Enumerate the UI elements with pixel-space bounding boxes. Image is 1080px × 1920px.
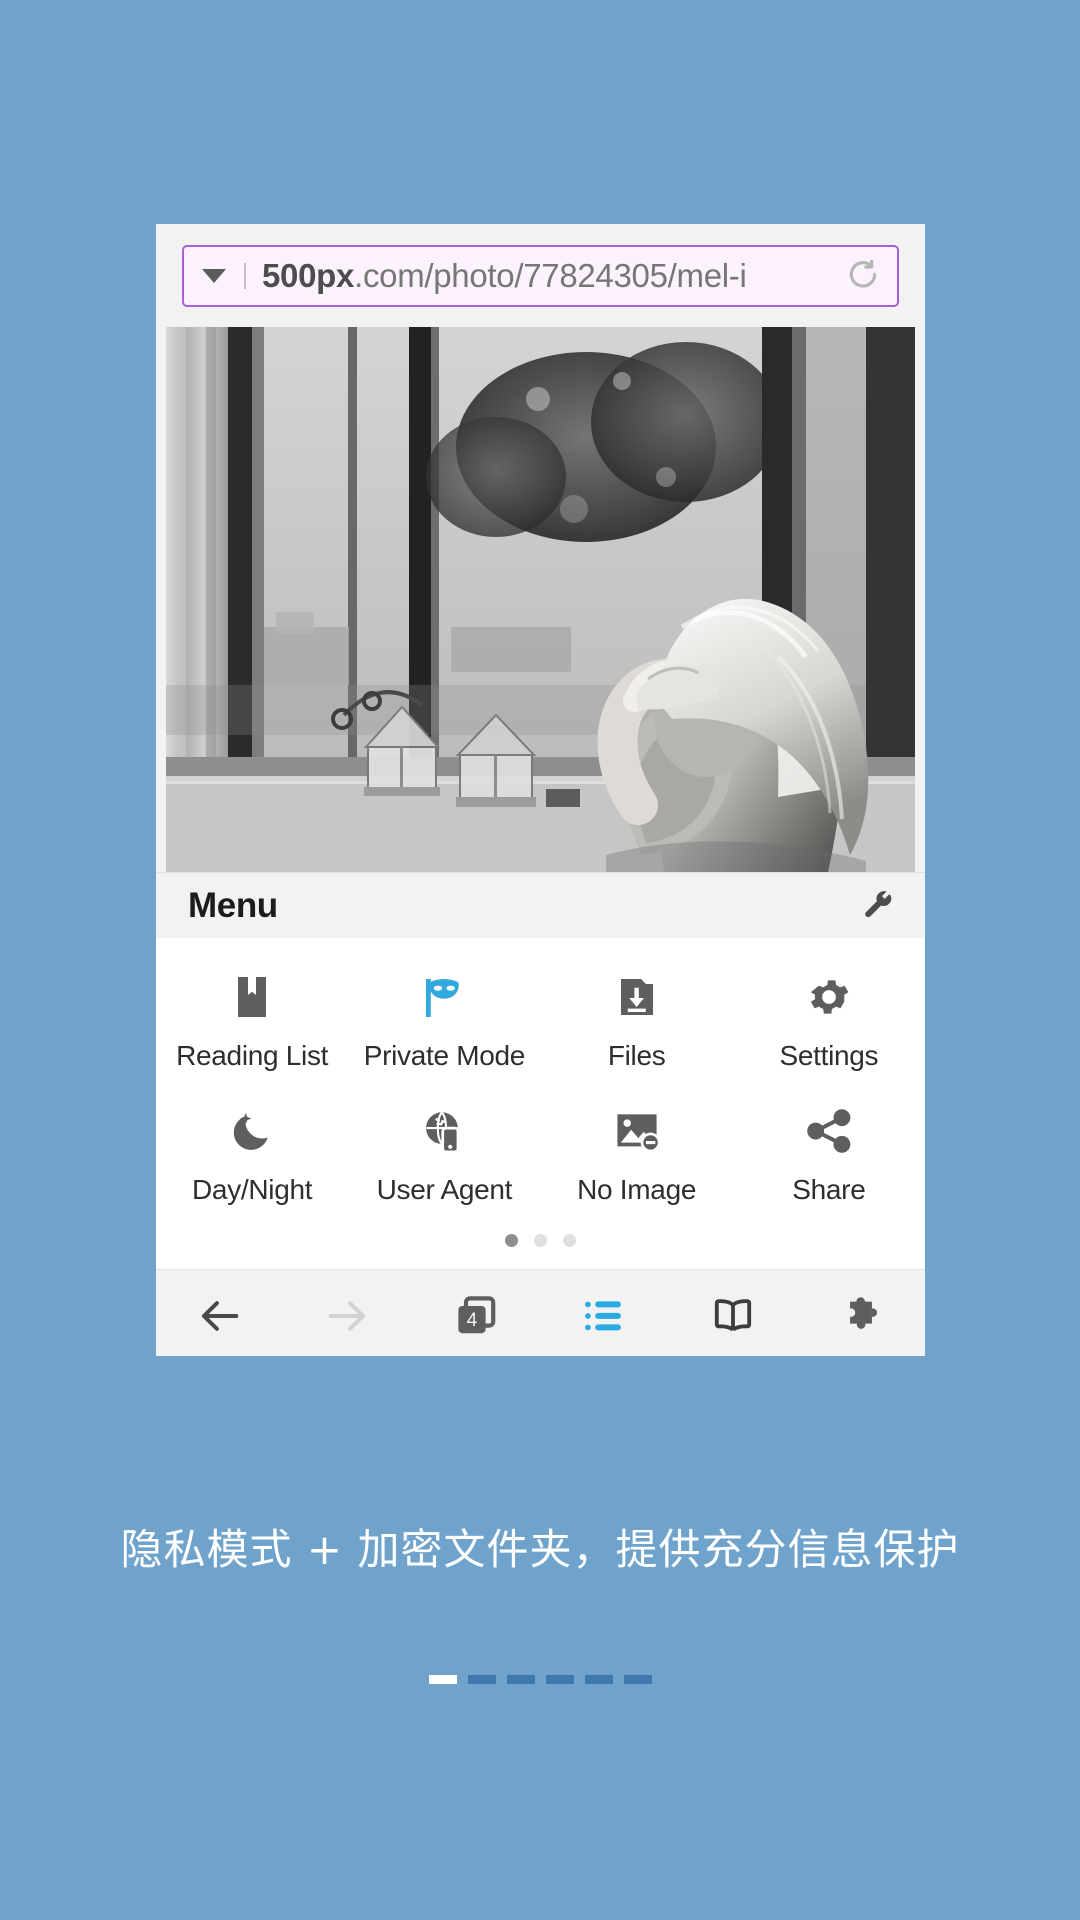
- arrow-right-icon: [328, 1300, 366, 1331]
- image-off-icon: [612, 1104, 662, 1158]
- page-indicator-dash[interactable]: [584, 1675, 613, 1684]
- url-domain: 500px: [262, 256, 355, 294]
- book-icon: [714, 1298, 751, 1331]
- bookmark-icon: [228, 970, 276, 1024]
- page-indicator[interactable]: [0, 1675, 1080, 1684]
- back-button[interactable]: [156, 1270, 284, 1356]
- photo-viewport[interactable]: [166, 327, 915, 872]
- menu-page-dot[interactable]: [563, 1234, 576, 1247]
- menu-item-no-image[interactable]: No Image: [541, 1090, 733, 1224]
- page-indicator-dash[interactable]: [467, 1675, 496, 1684]
- mask-flag-icon: [418, 970, 470, 1024]
- menu-row-2: Day/Night User Agent No Image Share: [156, 1090, 925, 1224]
- caption-text: 隐私模式 + 加密文件夹，提供充分信息保护: [120, 1525, 960, 1574]
- url-divider: [244, 262, 246, 289]
- menu-item-label: No Image: [577, 1174, 697, 1205]
- moon-icon: [227, 1104, 277, 1158]
- reload-icon[interactable]: [843, 256, 883, 296]
- menu-item-label: Private Mode: [363, 1040, 526, 1071]
- arrow-left-icon: [201, 1300, 239, 1331]
- menu-page-dot[interactable]: [505, 1234, 518, 1247]
- page-indicator-dash[interactable]: [623, 1675, 652, 1684]
- folder-download-icon: [613, 970, 661, 1024]
- globe-phone-icon: [419, 1104, 469, 1158]
- urlbar-row: 500px.com/photo/77824305/mel-i: [156, 224, 925, 327]
- tab-stack-icon: 4: [458, 1295, 496, 1333]
- forward-button[interactable]: [284, 1270, 412, 1356]
- url-input[interactable]: 500px.com/photo/77824305/mel-i: [182, 244, 899, 307]
- chevron-down-icon[interactable]: [202, 268, 226, 283]
- bottom-toolbar: 4: [156, 1269, 925, 1356]
- page-indicator-dash[interactable]: [545, 1675, 574, 1684]
- menu-row-1: Reading List Private Mode Files Settings: [156, 956, 925, 1090]
- page-indicator-dash[interactable]: [428, 1675, 457, 1684]
- menu-item-private-mode[interactable]: Private Mode: [348, 956, 540, 1090]
- menu-item-label: User Agent: [376, 1174, 513, 1205]
- menu-page-dot[interactable]: [534, 1234, 547, 1247]
- menu-item-label: Reading List: [176, 1040, 329, 1071]
- menu-item-share[interactable]: Share: [733, 1090, 925, 1224]
- photo-image: [166, 327, 915, 872]
- puzzle-icon: [850, 1296, 878, 1329]
- menu-item-reading-list[interactable]: Reading List: [156, 956, 348, 1090]
- share-icon: [804, 1104, 854, 1158]
- tab-count-label: 4: [466, 1310, 477, 1331]
- menu-item-label: Settings: [779, 1040, 879, 1071]
- extensions-button[interactable]: [798, 1270, 926, 1356]
- menu-header: Menu: [156, 872, 925, 938]
- url-text: 500px.com/photo/77824305/mel-i: [262, 257, 835, 295]
- menu-item-day-night[interactable]: Day/Night: [156, 1090, 348, 1224]
- menu-item-settings[interactable]: Settings: [733, 956, 925, 1090]
- bookmarks-button[interactable]: [541, 1270, 669, 1356]
- browser-window: 500px.com/photo/77824305/mel-i Menu Read…: [156, 224, 925, 1356]
- menu-title: Menu: [188, 885, 278, 925]
- menu-item-user-agent[interactable]: User Agent: [348, 1090, 540, 1224]
- url-path: .com/photo/77824305/mel-i: [354, 256, 747, 294]
- menu-grid: Reading List Private Mode Files Settings…: [156, 938, 925, 1228]
- gear-icon: [804, 970, 854, 1024]
- menu-page-dots[interactable]: [156, 1228, 925, 1269]
- menu-item-label: Day/Night: [192, 1174, 313, 1205]
- list-icon: [585, 1300, 622, 1330]
- wrench-icon[interactable]: [859, 887, 897, 925]
- reader-button[interactable]: [668, 1270, 798, 1356]
- menu-item-label: Share: [792, 1174, 866, 1205]
- menu-item-label: Files: [607, 1040, 666, 1071]
- page-indicator-dash[interactable]: [506, 1675, 535, 1684]
- tabs-button[interactable]: 4: [411, 1270, 541, 1356]
- menu-item-files[interactable]: Files: [541, 956, 733, 1090]
